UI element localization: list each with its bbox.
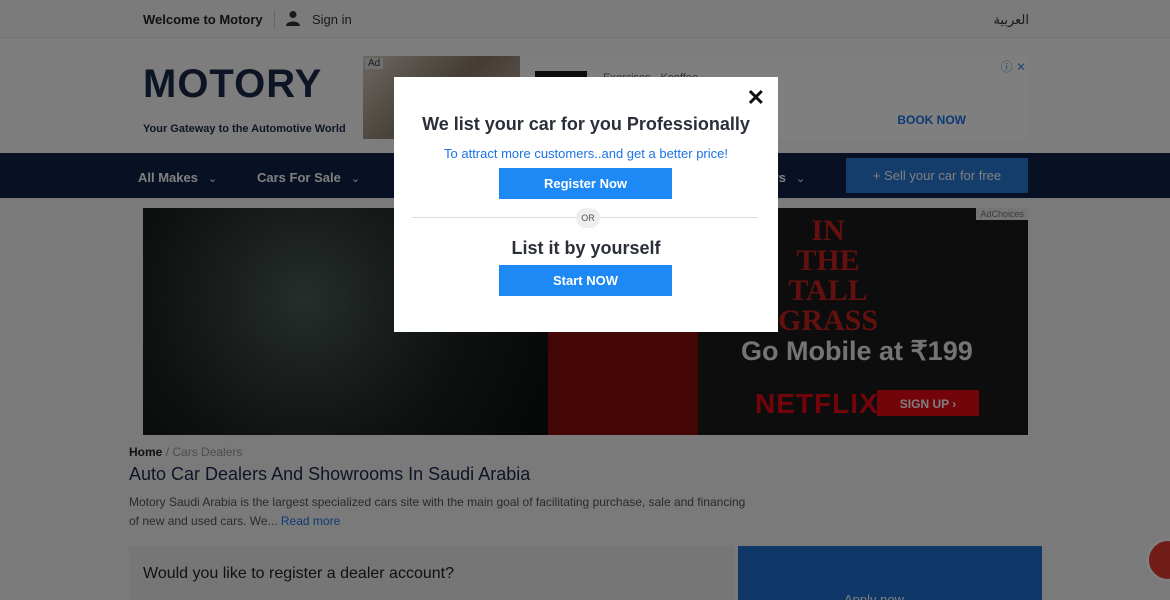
start-now-button[interactable]: Start NOW: [499, 265, 672, 296]
or-badge: OR: [576, 208, 600, 228]
modal-title-self: List it by yourself: [511, 238, 661, 258]
close-icon[interactable]: ✕: [747, 87, 765, 109]
modal-title: We list your car for you Professionally: [422, 114, 750, 134]
modal-subtitle: To attract more customers..and get a bet…: [444, 146, 728, 161]
register-now-button[interactable]: Register Now: [499, 168, 672, 199]
listing-modal: ✕ We list your car for you Professionall…: [394, 77, 778, 332]
